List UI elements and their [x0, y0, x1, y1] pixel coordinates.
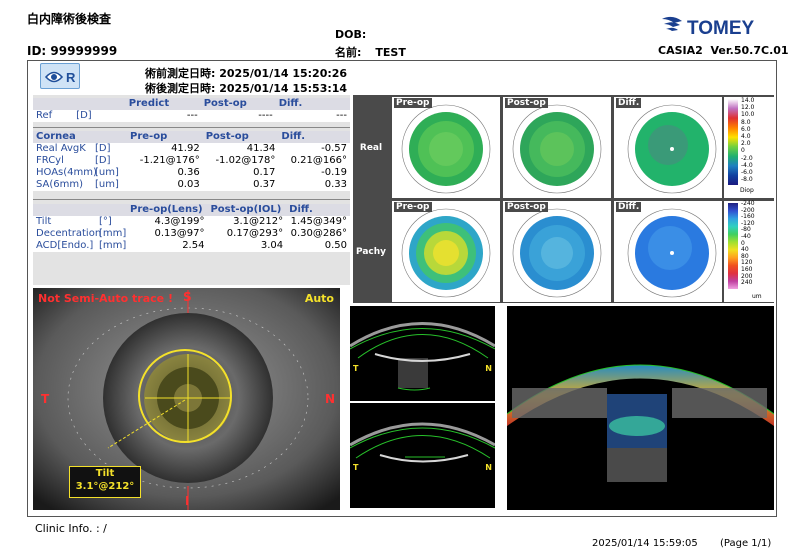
real-color-scale: 14.0 12.0 10.0 8.0 6.0 4.0 2.0 0 -2.0 -4.0 -6.0 -8.… — [724, 97, 774, 198]
svg-text:R: R — [66, 70, 76, 85]
auto-mode-label: Auto — [304, 292, 334, 305]
tomey-logo: TOMEY — [660, 15, 770, 39]
id-value: 99999999 — [50, 44, 118, 58]
cornea-table: Cornea Pre-op Post-op Diff. Real AvgK [D] 41.… — [33, 131, 350, 191]
version-text: Ver.50.7C.01 — [710, 44, 789, 57]
lens-table: Pre-op(Lens) Post-op(IOL) Diff. Tilt [°] 4.3… — [33, 204, 350, 252]
table-row: ACD[Endo.] [mm] 2.54 3.04 0.50 — [33, 240, 350, 252]
post-measure-datetime: 術後測定日時: 2025/01/14 15:53:14 — [145, 82, 348, 95]
ref-table: Predict Post-op Diff. Ref [D] --- ---- --- — [33, 98, 350, 122]
table-row: SA(6mm) [um] 0.03 0.37 0.33 — [33, 179, 350, 191]
trace-warning: Not Semi-Auto trace ! — [38, 292, 173, 305]
print-timestamp: 2025/01/14 15:59:05 — [592, 538, 698, 549]
oct-postop-image: T N — [350, 403, 495, 508]
right-eye-icon: R — [40, 63, 80, 89]
scale-tick-label: -2.0 — [741, 154, 753, 162]
nasal-label: N — [325, 392, 336, 406]
pre-measure-datetime: 術前測定日時: 2025/01/14 15:20:26 — [145, 67, 348, 80]
real-preop-map: Pre-op — [392, 97, 500, 198]
table-row: Real AvgK [D] 41.92 41.34 -0.57 — [33, 143, 350, 155]
scale-tick-label: 2.0 — [741, 140, 751, 148]
scale-tick-label: 8.0 — [741, 118, 751, 126]
inferior-label: I — [185, 494, 190, 508]
patient-id: ID: 99999999 — [27, 44, 117, 58]
pachy-color-scale: -240 -200 -160 -120 -80 -40 0 40 80 120 160 200 240 … — [724, 200, 774, 302]
page-number: (Page 1/1) — [720, 538, 772, 549]
id-label: ID: — [27, 44, 47, 58]
pachy-preop-map: Pre-op — [392, 201, 500, 302]
temporal-label: T — [41, 392, 50, 406]
pachy-diff-map: Diff. — [614, 201, 722, 302]
name-label: 名前: — [335, 46, 362, 59]
row-label-pachy: Pachy — [353, 201, 389, 302]
pachy-postop-map: Post-op — [503, 201, 611, 302]
table-row: Decentration [mm] 0.13@97° 0.17@293° 0.30@28… — [33, 228, 350, 240]
real-diff-map: Diff. — [614, 97, 722, 198]
name-value: TEST — [375, 46, 406, 59]
scale-tick-label: -6.0 — [741, 169, 753, 177]
scale-tick-label: 4.0 — [741, 133, 751, 141]
scale-tick-label: 6.0 — [741, 125, 751, 133]
scale-tick-label: 10.0 — [741, 111, 755, 119]
tilt-callout: Tilt 3.1°@212° — [69, 466, 141, 498]
tomey-logo-icon: TOMEY — [662, 16, 755, 39]
scale-tick-label: 12.0 — [741, 104, 755, 112]
real-postop-map: Post-op — [503, 97, 611, 198]
scale-tick-label: 14.0 — [741, 97, 755, 104]
report-title: 白内障術後検査 — [27, 12, 112, 26]
divider — [33, 199, 350, 200]
divider — [33, 127, 350, 128]
oct-3d-image — [507, 306, 774, 510]
superior-label: S — [183, 290, 192, 304]
table-row: FRCyl [D] -1.21@176° -1.02@178° 0.21@166° — [33, 155, 350, 167]
scale-tick-label: 240 — [741, 279, 753, 287]
oct-preop-image: T N — [350, 306, 495, 401]
dob-label: DOB: — [335, 28, 367, 41]
table-row: HOAs(4mm) [um] 0.36 0.17 -0.19 — [33, 167, 350, 179]
patient-name: 名前: TEST — [335, 44, 420, 60]
scale-tick-label: 0 — [741, 147, 745, 155]
ref-row: Ref [D] --- ---- --- — [33, 110, 350, 122]
device-version: CASIA2 Ver.50.7C.01 — [658, 44, 789, 57]
scale-tick-label: -8.0 — [741, 176, 753, 184]
scale-tick-label: -4.0 — [741, 161, 753, 169]
clinic-info: Clinic Info. : / — [35, 522, 107, 535]
device-name: CASIA2 — [658, 44, 703, 57]
row-label-real: Real — [353, 97, 389, 198]
anterior-eye-photo: Not Semi-Auto trace ! Auto S I T N Tilt … — [33, 288, 340, 510]
svg-text:TOMEY: TOMEY — [687, 18, 755, 39]
table-row: Tilt [°] 4.3@199° 3.1@212° 1.45@349° — [33, 216, 350, 228]
